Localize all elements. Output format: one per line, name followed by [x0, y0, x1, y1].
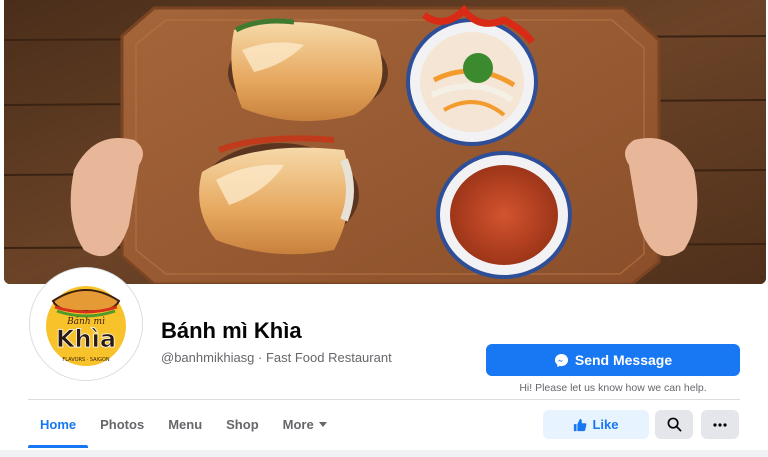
page-tabs: Home Photos Menu Shop More	[28, 401, 339, 448]
tab-shop[interactable]: Shop	[214, 401, 271, 447]
tab-shop-label: Shop	[226, 416, 259, 432]
search-button[interactable]	[655, 410, 693, 439]
tab-more-label: More	[282, 416, 314, 432]
feed-background	[0, 450, 768, 457]
logo-bottom-text: FLAVORS · SAIGON	[62, 357, 110, 363]
thumbs-up-icon	[574, 418, 587, 431]
send-message-label: Send Message	[574, 352, 673, 368]
tab-photos[interactable]: Photos	[88, 401, 156, 447]
tab-home-label: Home	[40, 416, 77, 432]
tab-menu-label: Menu	[168, 416, 203, 432]
ellipsis-icon	[713, 422, 727, 427]
caret-down-icon	[318, 421, 327, 427]
cover-photo-image	[4, 0, 766, 284]
messenger-icon	[554, 353, 568, 367]
facebook-page-header: Bánh mì Khìa FLAVORS · SAIGON Bánh mì Kh…	[0, 0, 768, 457]
tab-more[interactable]: More	[271, 401, 339, 447]
tab-photos-label: Photos	[100, 416, 145, 432]
header-divider	[28, 399, 740, 400]
send-message-hint: Hi! Please let us know how we can help.	[519, 382, 707, 394]
brand-logo: Bánh mì Khìa FLAVORS · SAIGON	[33, 271, 139, 377]
search-icon	[667, 417, 681, 432]
page-subtitle: @banhmikhiasg · Fast Food Restaurant	[161, 350, 392, 365]
logo-main-text: Khìa	[56, 325, 116, 353]
send-message-button[interactable]: Send Message	[486, 344, 740, 376]
cover-photo[interactable]	[4, 0, 766, 284]
like-label: Like	[592, 417, 619, 432]
tab-menu[interactable]: Menu	[156, 401, 214, 447]
tab-home[interactable]: Home	[28, 401, 89, 448]
more-options-button[interactable]	[701, 410, 739, 439]
profile-picture[interactable]: Bánh mì Khìa FLAVORS · SAIGON	[30, 268, 142, 380]
like-button[interactable]: Like	[543, 410, 649, 439]
page-title: Bánh mì Khìa	[161, 318, 302, 343]
